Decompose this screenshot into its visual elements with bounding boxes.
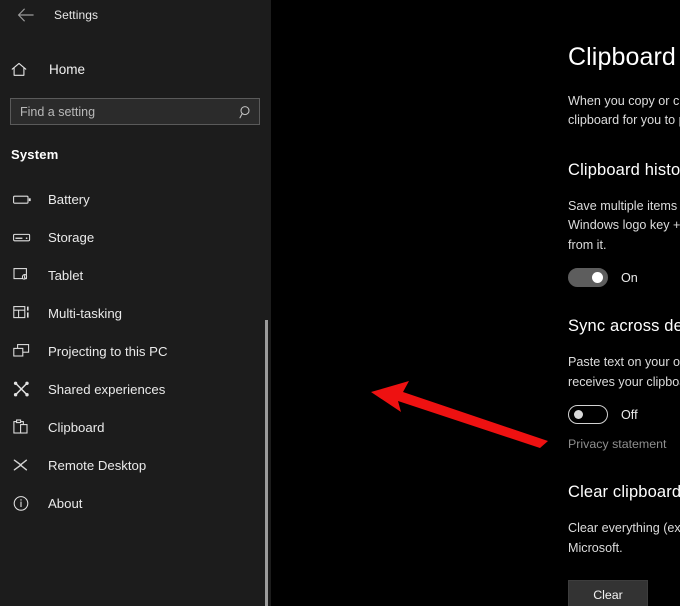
sidebar-group-title: System [11,147,59,162]
sidebar-item-about[interactable]: About [0,484,272,522]
sidebar: Settings Home System [0,0,272,606]
section-heading-clear-clipboard-data: Clear clipboard data [568,483,680,502]
sidebar-item-about-label: About [48,495,83,511]
clear-button[interactable]: Clear [568,580,648,606]
remote-desktop-icon [11,454,33,476]
clipboard-history-toggle-row: On [568,268,680,288]
sidebar-item-multi-tasking[interactable]: Multi-tasking [0,294,272,332]
sidebar-item-tablet[interactable]: Tablet [0,256,272,294]
tablet-icon [11,264,33,286]
toggle-knob [592,272,603,284]
window-title: Settings [54,8,99,22]
storage-drive-icon [11,226,33,248]
projecting-icon [11,340,33,362]
sidebar-nav-list: Battery Storage Tablet Multi-tasking Pro… [0,180,272,522]
multitasking-icon [11,302,33,324]
sync-across-devices-toggle-row: Off [568,405,680,425]
page-description: When you copy or cut something in Window… [568,93,680,128]
shared-experiences-icon [11,378,33,400]
section-heading-sync-across-devices: Sync across devices [568,317,680,336]
sync-across-devices-toggle[interactable] [568,405,608,425]
settings-window: Settings Home System [0,0,680,606]
search-icon[interactable] [233,99,259,124]
sidebar-item-battery-label: Battery [48,191,90,207]
sidebar-item-projecting-to-this-pc-label: Projecting to this PC [48,343,168,359]
main-content: Clipboard When you copy or cut something… [272,0,680,606]
section-heading-clipboard-history: Clipboard history [568,160,680,179]
sidebar-item-remote-desktop-label: Remote Desktop [48,457,147,473]
sidebar-item-home-label: Home [49,61,86,77]
sync-across-devices-toggle-state: Off [621,407,638,422]
info-icon [11,492,33,514]
search-box[interactable] [10,98,260,125]
battery-icon [11,188,33,210]
sidebar-item-projecting-to-this-pc[interactable]: Projecting to this PC [0,332,272,370]
title-bar: Settings [0,0,272,30]
sidebar-item-tablet-label: Tablet [48,267,84,283]
home-icon [11,62,35,77]
sidebar-item-clipboard[interactable]: Clipboard [0,408,272,446]
clipboard-history-toggle[interactable] [568,268,608,288]
privacy-statement-link[interactable]: Privacy statement [568,437,666,451]
sidebar-item-multi-tasking-label: Multi-tasking [48,305,123,321]
section-description-clear-clipboard-data: Clear everything (except pinned items) o… [568,521,680,555]
sidebar-item-battery[interactable]: Battery [0,180,272,218]
sidebar-item-clipboard-label: Clipboard [48,419,105,435]
page-title: Clipboard [568,43,676,71]
toggle-knob [574,410,583,420]
sidebar-item-storage[interactable]: Storage [0,218,272,256]
sidebar-item-shared-experiences-label: Shared experiences [48,381,166,397]
section-description-clipboard-history: Save multiple items to the clipboard to … [568,198,680,252]
sidebar-item-shared-experiences[interactable]: Shared experiences [0,370,272,408]
sidebar-item-home[interactable]: Home [0,54,272,84]
sidebar-scrollbar-thumb[interactable] [265,320,268,606]
clipboard-history-toggle-state: On [621,270,638,285]
section-description-sync-across-devices: Paste text on your other devices. When t… [568,355,680,389]
back-arrow-icon[interactable] [10,3,40,27]
sidebar-item-storage-label: Storage [48,229,95,245]
sidebar-item-remote-desktop[interactable]: Remote Desktop [0,446,272,484]
clipboard-icon [11,416,33,438]
search-input[interactable] [11,104,233,119]
